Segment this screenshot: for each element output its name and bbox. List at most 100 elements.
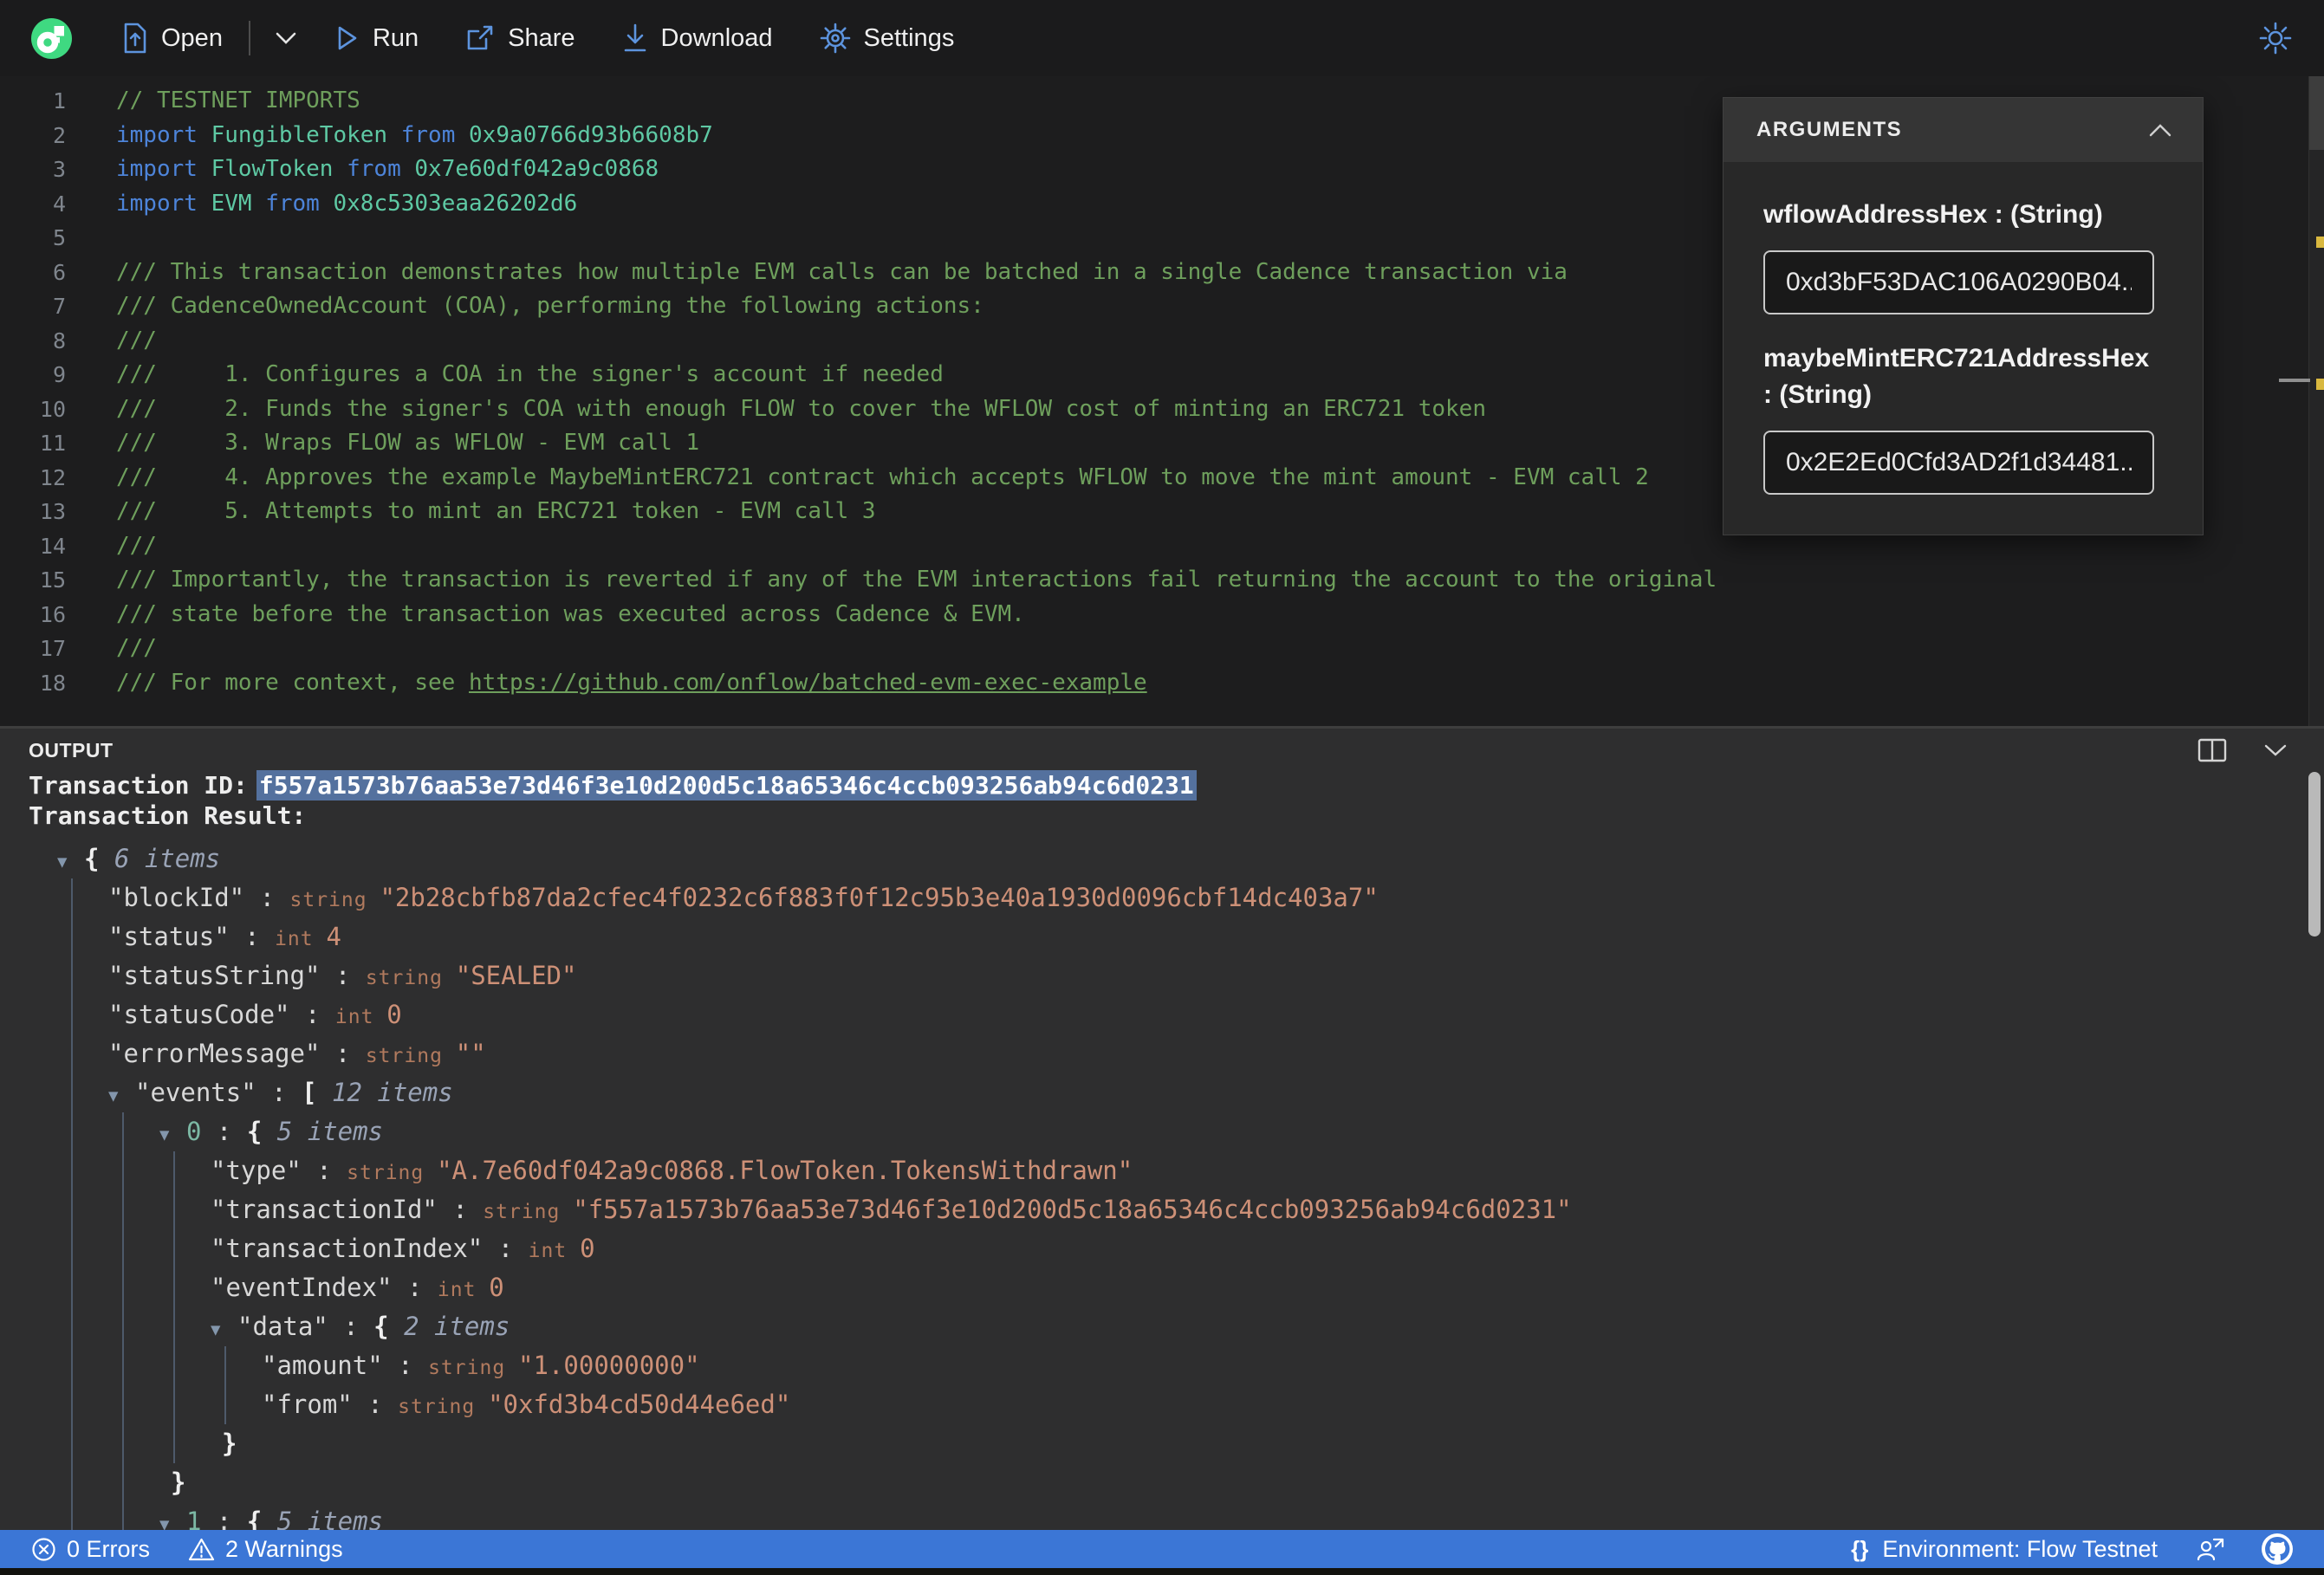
tree-collapse-arrow[interactable]: ▼ xyxy=(159,1116,186,1155)
json-tree-row: "blockId" : string "2b28cbfb87da2cfec4f0… xyxy=(29,878,2324,917)
indent-guide xyxy=(71,1112,73,1151)
json-key: "type" xyxy=(211,1156,302,1185)
arguments-panel: ARGUMENTS wflowAddressHex : (String) may… xyxy=(1723,97,2204,535)
desktop-edge-strip xyxy=(0,1568,2324,1575)
json-value: 0 xyxy=(489,1273,504,1302)
json-tree-row: ▼ 0 : { 5 items xyxy=(29,1112,2324,1151)
code-line: 15 /// Importantly, the transaction is re… xyxy=(0,563,2324,598)
indent-guide xyxy=(71,1502,73,1530)
indent-guide xyxy=(71,956,73,995)
collapse-chevron-up-icon[interactable] xyxy=(2149,123,2171,137)
code-line-content: /// 3. Wraps FLOW as WFLOW - EVM call 1 xyxy=(116,430,700,456)
json-value: "0xfd3b4cd50d44e6ed" xyxy=(488,1390,791,1419)
transaction-id-line: Transaction ID: f557a1573b76aa53e73d46f3e… xyxy=(29,770,2324,800)
share-button[interactable]: Share xyxy=(465,23,575,53)
editor-scrollbar-thumb[interactable] xyxy=(2309,76,2324,150)
indent-guide xyxy=(224,1346,226,1385)
indent-guide xyxy=(71,1229,73,1268)
tree-collapse-arrow[interactable]: ▼ xyxy=(211,1311,237,1350)
json-result-tree: ▼{ 6 items "blockId" : string "2b28cbfb87… xyxy=(29,839,2324,1530)
json-tree-row: "amount" : string "1.00000000" xyxy=(29,1346,2324,1385)
indent-guide xyxy=(122,1502,124,1530)
closing-brace: } xyxy=(171,1468,186,1497)
editor-viewport-line xyxy=(2279,379,2310,382)
code-line-content: /// xyxy=(116,635,157,661)
json-type-label: string xyxy=(347,1162,438,1184)
tree-collapse-arrow[interactable]: ▼ xyxy=(108,1077,135,1116)
editor-scrollbar[interactable] xyxy=(2308,76,2324,726)
code-editor[interactable]: 1 // TESTNET IMPORTS 2 import FungibleToken… xyxy=(0,76,2324,726)
argument-label: maybeMintERC721AddressHex : (String) xyxy=(1763,344,2150,409)
tree-collapse-arrow[interactable]: ▼ xyxy=(159,1506,186,1530)
download-button[interactable]: Download xyxy=(622,23,773,54)
error-icon xyxy=(32,1537,55,1561)
json-type-label: string xyxy=(428,1357,519,1379)
open-button[interactable]: Open xyxy=(122,23,223,54)
run-button[interactable]: Run xyxy=(335,24,419,53)
line-number: 14 xyxy=(39,533,66,559)
indent-guide xyxy=(71,1463,73,1502)
json-key: 1 xyxy=(186,1507,202,1530)
settings-button[interactable]: Settings xyxy=(820,23,954,54)
json-key: "transactionId" xyxy=(211,1195,438,1224)
indent-guide xyxy=(71,1073,73,1112)
output-body: Transaction ID: f557a1573b76aa53e73d46f3e… xyxy=(0,770,2324,1530)
arguments-panel-body: wflowAddressHex : (String) maybeMintERC7… xyxy=(1724,162,2203,535)
indent-guide xyxy=(122,1190,124,1229)
indent-guide xyxy=(71,1346,73,1385)
indent-guide xyxy=(173,1229,175,1268)
output-panel: OUTPUT Transaction ID: f557a1573b76aa53e7… xyxy=(0,726,2324,1530)
open-dropdown-chevron[interactable] xyxy=(275,31,297,45)
code-line-content: // TESTNET IMPORTS xyxy=(116,88,360,113)
share-icon xyxy=(467,25,493,50)
argument-input-maybemint-address[interactable] xyxy=(1763,431,2154,495)
github-icon[interactable] xyxy=(2262,1533,2293,1565)
item-count: 5 items xyxy=(262,1507,384,1530)
line-number: 11 xyxy=(39,431,66,456)
code-line-content: /// 2. Funds the signer's COA with enoug… xyxy=(116,395,1486,422)
indent-guide xyxy=(71,1424,73,1463)
transaction-id-label: Transaction ID: xyxy=(29,771,248,800)
json-tree-row: "from" : string "0xfd3b4cd50d44e6ed" xyxy=(29,1385,2324,1424)
flow-logo-icon[interactable] xyxy=(31,17,72,59)
code-link[interactable]: https://github.com/onflow/batched-evm-ex… xyxy=(469,670,1147,696)
line-number: 3 xyxy=(52,157,66,182)
json-key: "statusString" xyxy=(108,961,321,990)
collapse-output-chevron-icon[interactable] xyxy=(2263,743,2288,757)
json-tree-row: "statusString" : string "SEALED" xyxy=(29,956,2324,995)
indent-guide xyxy=(71,1385,73,1424)
warnings-status[interactable]: 2 Warnings xyxy=(188,1536,343,1563)
indent-guide xyxy=(71,917,73,956)
environment-label[interactable]: Environment: Flow Testnet xyxy=(1882,1536,2158,1563)
code-line: 18 /// For more context, see https://gith… xyxy=(0,666,2324,701)
code-line-content: /// Importantly, the transaction is reve… xyxy=(116,567,1717,593)
json-tree-row: "eventIndex" : int 0 xyxy=(29,1268,2324,1307)
output-title: OUTPUT xyxy=(29,738,114,762)
item-count: 2 items xyxy=(388,1312,510,1341)
json-value: "" xyxy=(455,1039,486,1068)
tree-collapse-arrow[interactable]: ▼ xyxy=(57,843,84,882)
json-tree-row: "type" : string "A.7e60df042a9c0868.Flow… xyxy=(29,1151,2324,1190)
transaction-result-label: Transaction Result: xyxy=(29,801,307,830)
code-line-content: /// CadenceOwnedAccount (COA), performin… xyxy=(116,293,984,319)
errors-count: 0 Errors xyxy=(67,1535,151,1562)
argument-input-wflow-address[interactable] xyxy=(1763,250,2154,314)
output-scrollbar-thumb[interactable] xyxy=(2308,772,2321,937)
indent-guide xyxy=(122,1268,124,1307)
errors-status[interactable]: 0 Errors xyxy=(31,1536,150,1563)
item-count: 5 items xyxy=(262,1117,384,1146)
warning-mark xyxy=(2316,237,2324,248)
feedback-person-icon[interactable] xyxy=(2196,1536,2225,1562)
open-file-icon xyxy=(124,23,146,54)
closing-brace: } xyxy=(222,1429,237,1458)
json-tree-row: } xyxy=(29,1463,2324,1502)
split-panel-icon[interactable] xyxy=(2197,738,2227,762)
json-tree-row: ▼ 1 : { 5 items xyxy=(29,1502,2324,1530)
theme-toggle-sun-icon[interactable] xyxy=(2258,21,2293,55)
indent-guide xyxy=(173,1307,175,1346)
json-value: "2b28cbfb87da2cfec4f0232c6f883f0f12c95b3… xyxy=(380,883,1379,912)
arguments-panel-header[interactable]: ARGUMENTS xyxy=(1724,98,2203,162)
line-number: 13 xyxy=(39,499,66,524)
json-key: "statusCode" xyxy=(108,1000,290,1029)
json-value: "A.7e60df042a9c0868.FlowToken.TokensWith… xyxy=(437,1156,1133,1185)
